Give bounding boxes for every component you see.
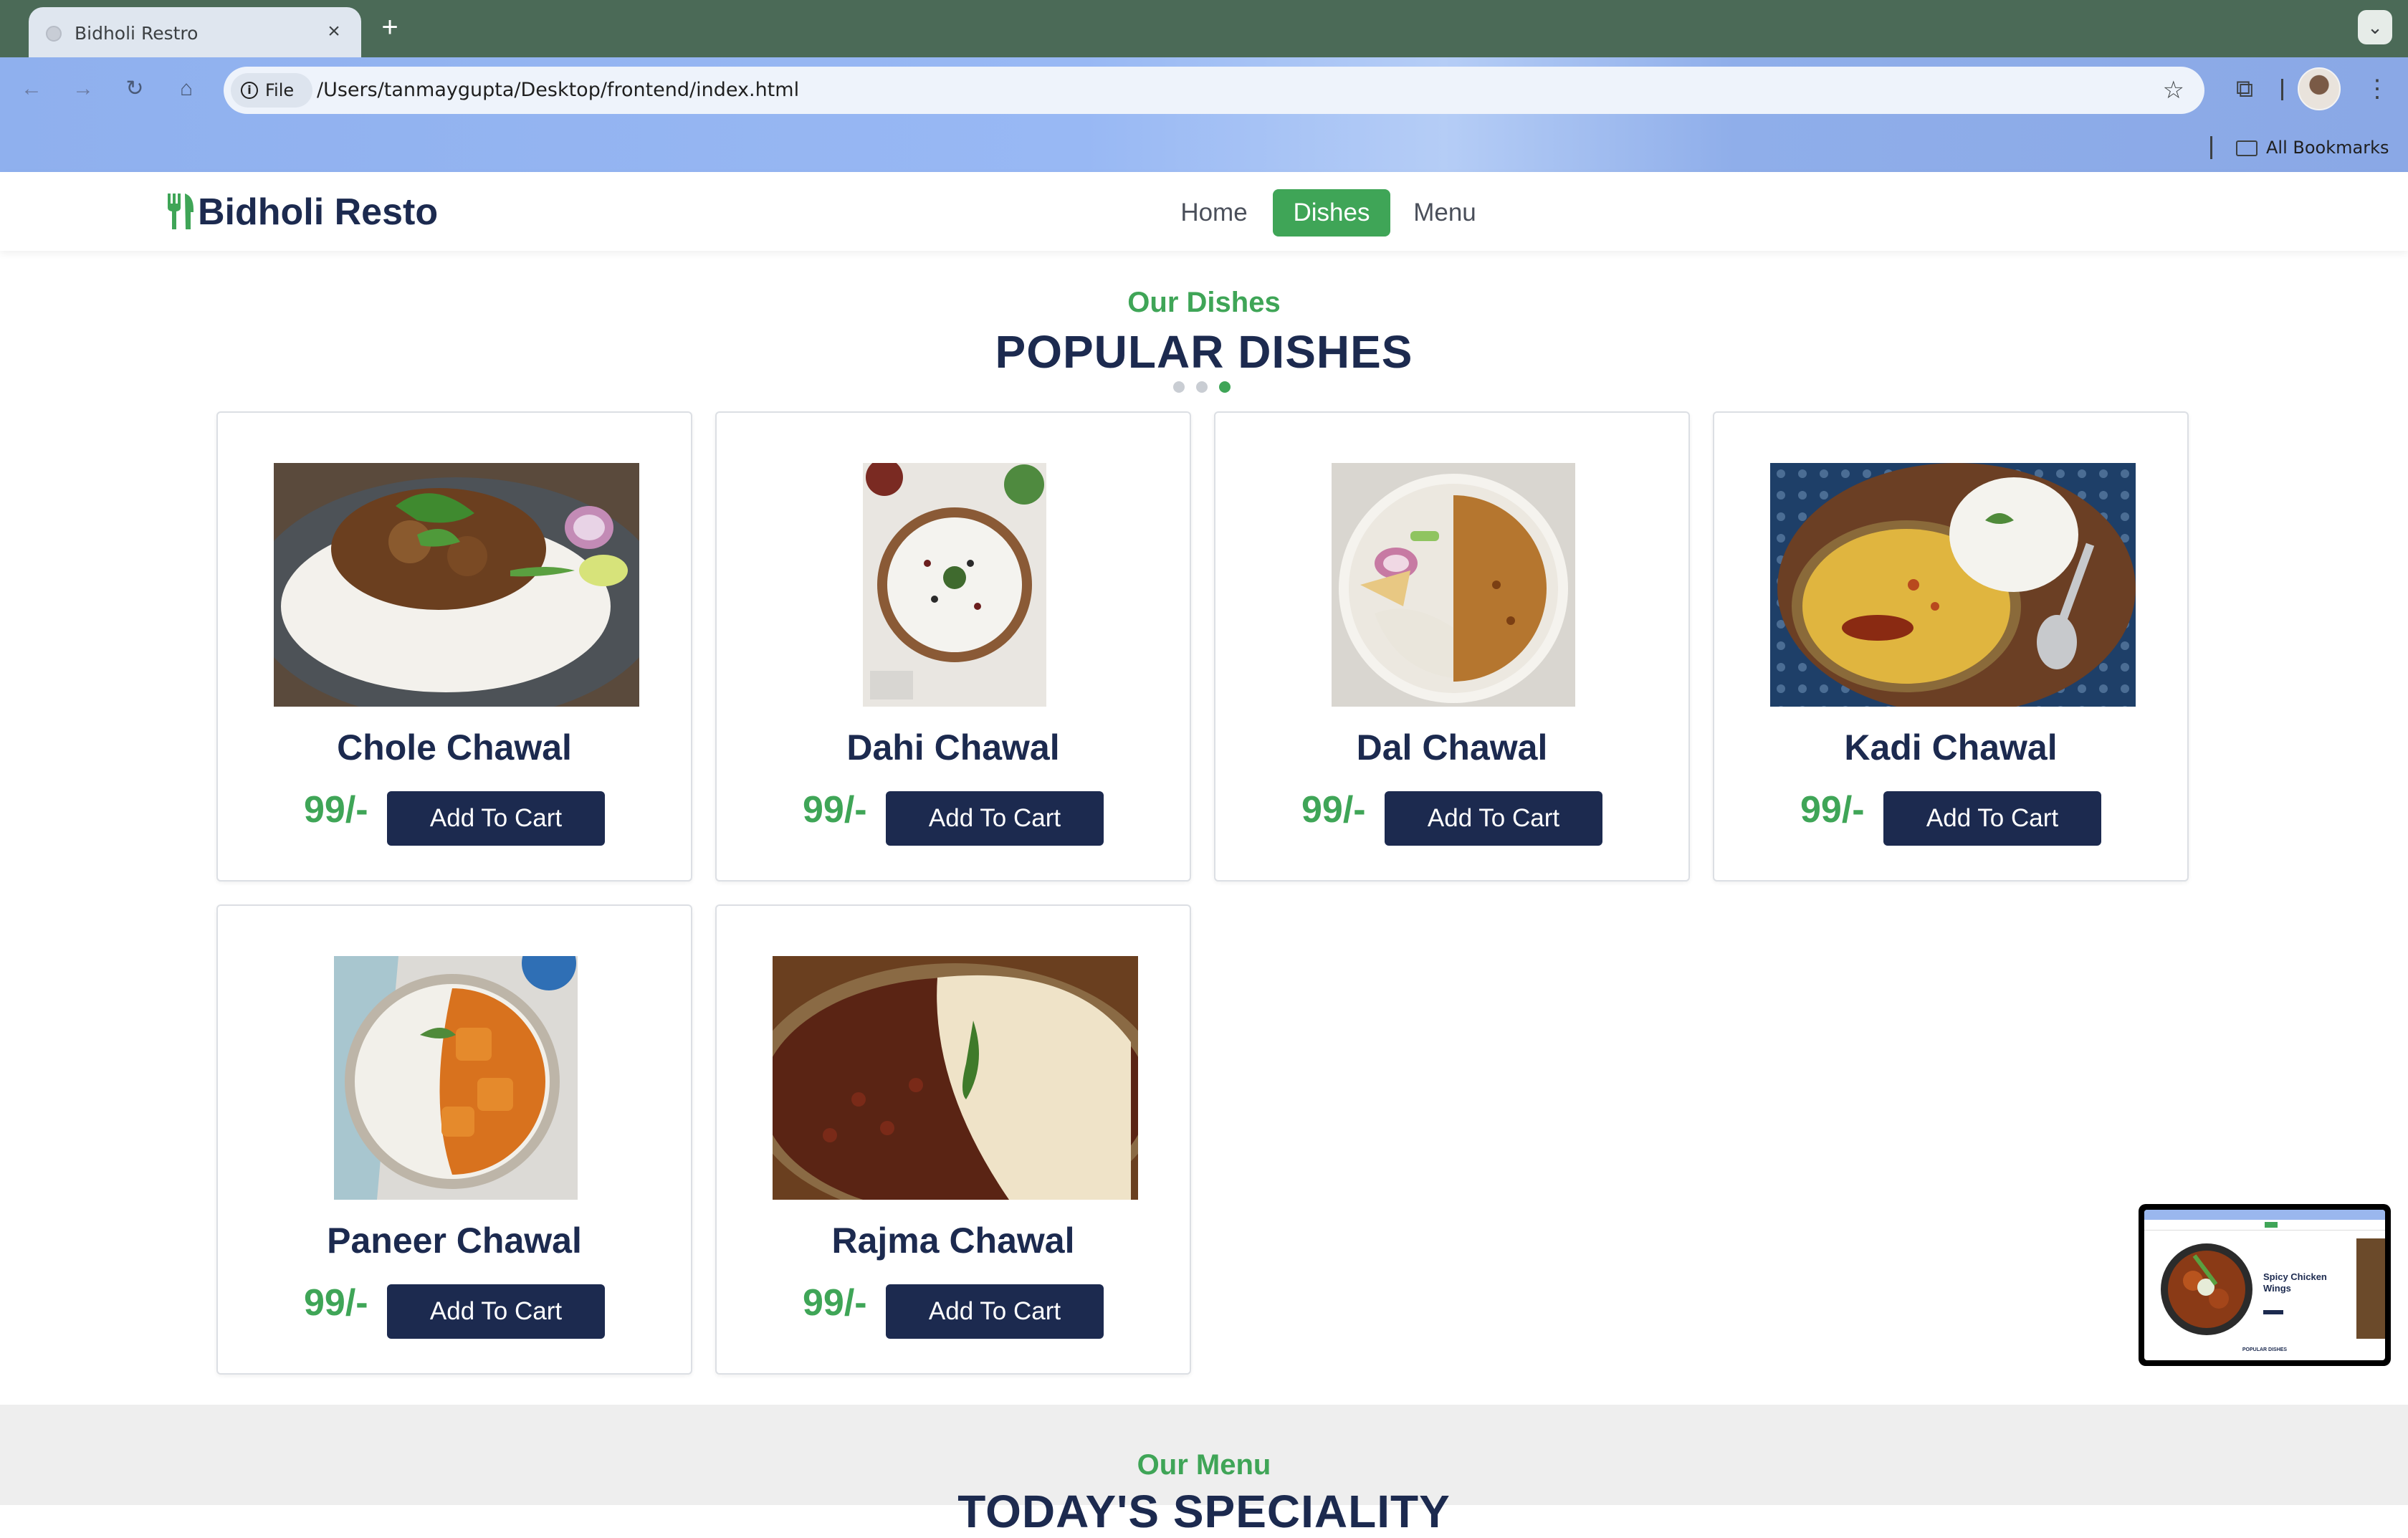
profile-avatar[interactable] <box>2298 67 2341 110</box>
dish-price: 99/- <box>1301 789 1366 831</box>
browser-tabstrip: Bidholi Restro × + ⌄ <box>0 0 2408 57</box>
dish-image-chole-chawal <box>274 463 639 707</box>
dish-image-dahi-chawal <box>863 463 1046 707</box>
pip-footer: POPULAR DISHES <box>2242 1347 2288 1352</box>
bookmark-star-icon[interactable]: ☆ <box>2163 67 2184 114</box>
menu-section: Our Menu TODAY'S SPECIALITY <box>0 1405 2408 1537</box>
dish-card: Dal Chawal 99/- Add To Cart <box>1214 411 1690 882</box>
extensions-icon[interactable]: ⧉ <box>2227 72 2262 106</box>
all-bookmarks[interactable]: All Bookmarks <box>2236 135 2389 161</box>
bookmarks-divider <box>2210 136 2212 159</box>
carousel-dots <box>1173 381 1238 393</box>
add-to-cart-button[interactable]: Add To Cart <box>1385 791 1602 846</box>
menu-subtitle: Our Menu <box>1137 1449 1271 1481</box>
dish-image-paneer-chawal <box>334 956 578 1200</box>
dish-card: Dahi Chawal 99/- Add To Cart <box>715 411 1191 882</box>
section-subtitle: Our Dishes <box>1127 287 1281 318</box>
tab-search-button[interactable]: ⌄ <box>2358 10 2392 44</box>
forward-icon[interactable]: → <box>64 70 102 108</box>
bookmarks-label: All Bookmarks <box>2266 138 2389 158</box>
dish-card: Kadi Chawal 99/- Add To Cart <box>1713 411 2189 882</box>
toolbar-divider <box>2281 79 2283 100</box>
add-to-cart-button[interactable]: Add To Cart <box>387 791 605 846</box>
dish-price: 99/- <box>803 789 867 831</box>
picture-in-picture-window[interactable]: Spicy Chicken Wings POPULAR DISHES <box>2139 1204 2391 1366</box>
dish-card: Chole Chawal 99/- Add To Cart <box>216 411 692 882</box>
home-icon[interactable]: ⌂ <box>168 70 205 108</box>
carousel-dot[interactable] <box>1173 381 1185 393</box>
dish-name: Kadi Chawal <box>1844 727 2058 768</box>
add-to-cart-button[interactable]: Add To Cart <box>886 791 1104 846</box>
brand-name: Bidholi Resto <box>198 191 439 233</box>
carousel-dot-active[interactable] <box>1219 381 1231 393</box>
dish-name: Dal Chawal <box>1356 727 1548 768</box>
pip-heading: Spicy Chicken Wings <box>2263 1271 2327 1294</box>
favicon-icon <box>46 26 62 42</box>
dish-image-rajma-chawal <box>773 956 1138 1200</box>
tab-title: Bidholi Restro <box>75 23 199 44</box>
reload-icon[interactable]: ↻ <box>116 70 153 108</box>
pip-dish-image <box>2161 1243 2252 1335</box>
dish-card: Rajma Chawal 99/- Add To Cart <box>715 904 1191 1375</box>
dish-name: Dahi Chawal <box>846 727 1060 768</box>
back-icon[interactable]: ← <box>13 70 50 108</box>
section-title: POPULAR DISHES <box>995 326 1413 378</box>
dish-name: Chole Chawal <box>337 727 572 768</box>
dish-name: Rajma Chawal <box>831 1221 1075 1261</box>
dish-image-dal-chawal <box>1332 463 1575 707</box>
nav-home[interactable]: Home <box>1170 189 1258 237</box>
dish-price: 99/- <box>304 789 368 831</box>
add-to-cart-button[interactable]: Add To Cart <box>387 1284 605 1339</box>
add-to-cart-button[interactable]: Add To Cart <box>1883 791 2101 846</box>
dish-price: 99/- <box>304 1282 368 1324</box>
browser-tab[interactable]: Bidholi Restro × <box>29 7 361 57</box>
new-tab-button[interactable]: + <box>374 13 406 44</box>
dish-name: Paneer Chawal <box>327 1221 582 1261</box>
folder-icon <box>2236 140 2258 156</box>
menu-title: TODAY'S SPECIALITY <box>957 1486 1451 1537</box>
fork-knife-icon <box>168 194 194 229</box>
address-bar[interactable]: i File /Users/tanmaygupta/Desktop/fronte… <box>224 67 2204 114</box>
site-info-chip[interactable]: i File <box>231 73 312 108</box>
add-to-cart-button[interactable]: Add To Cart <box>886 1284 1104 1339</box>
dish-price: 99/- <box>1800 789 1865 831</box>
close-tab-icon[interactable]: × <box>321 19 347 44</box>
dish-image-kadi-chawal <box>1770 463 2136 707</box>
nav-menu[interactable]: Menu <box>1405 189 1485 237</box>
dish-price: 99/- <box>803 1282 867 1324</box>
browser-menu-icon[interactable]: ⋮ <box>2365 72 2389 106</box>
info-icon: i <box>241 82 258 99</box>
pip-screen: Spicy Chicken Wings POPULAR DISHES <box>2144 1210 2385 1360</box>
carousel-dot[interactable] <box>1196 381 1208 393</box>
nav-dishes[interactable]: Dishes <box>1273 189 1390 237</box>
chip-label: File <box>265 80 295 100</box>
site-header: Bidholi Resto Home Dishes Menu <box>0 172 2408 251</box>
dish-card: Paneer Chawal 99/- Add To Cart <box>216 904 692 1375</box>
url-text[interactable]: /Users/tanmaygupta/Desktop/frontend/inde… <box>317 67 799 114</box>
